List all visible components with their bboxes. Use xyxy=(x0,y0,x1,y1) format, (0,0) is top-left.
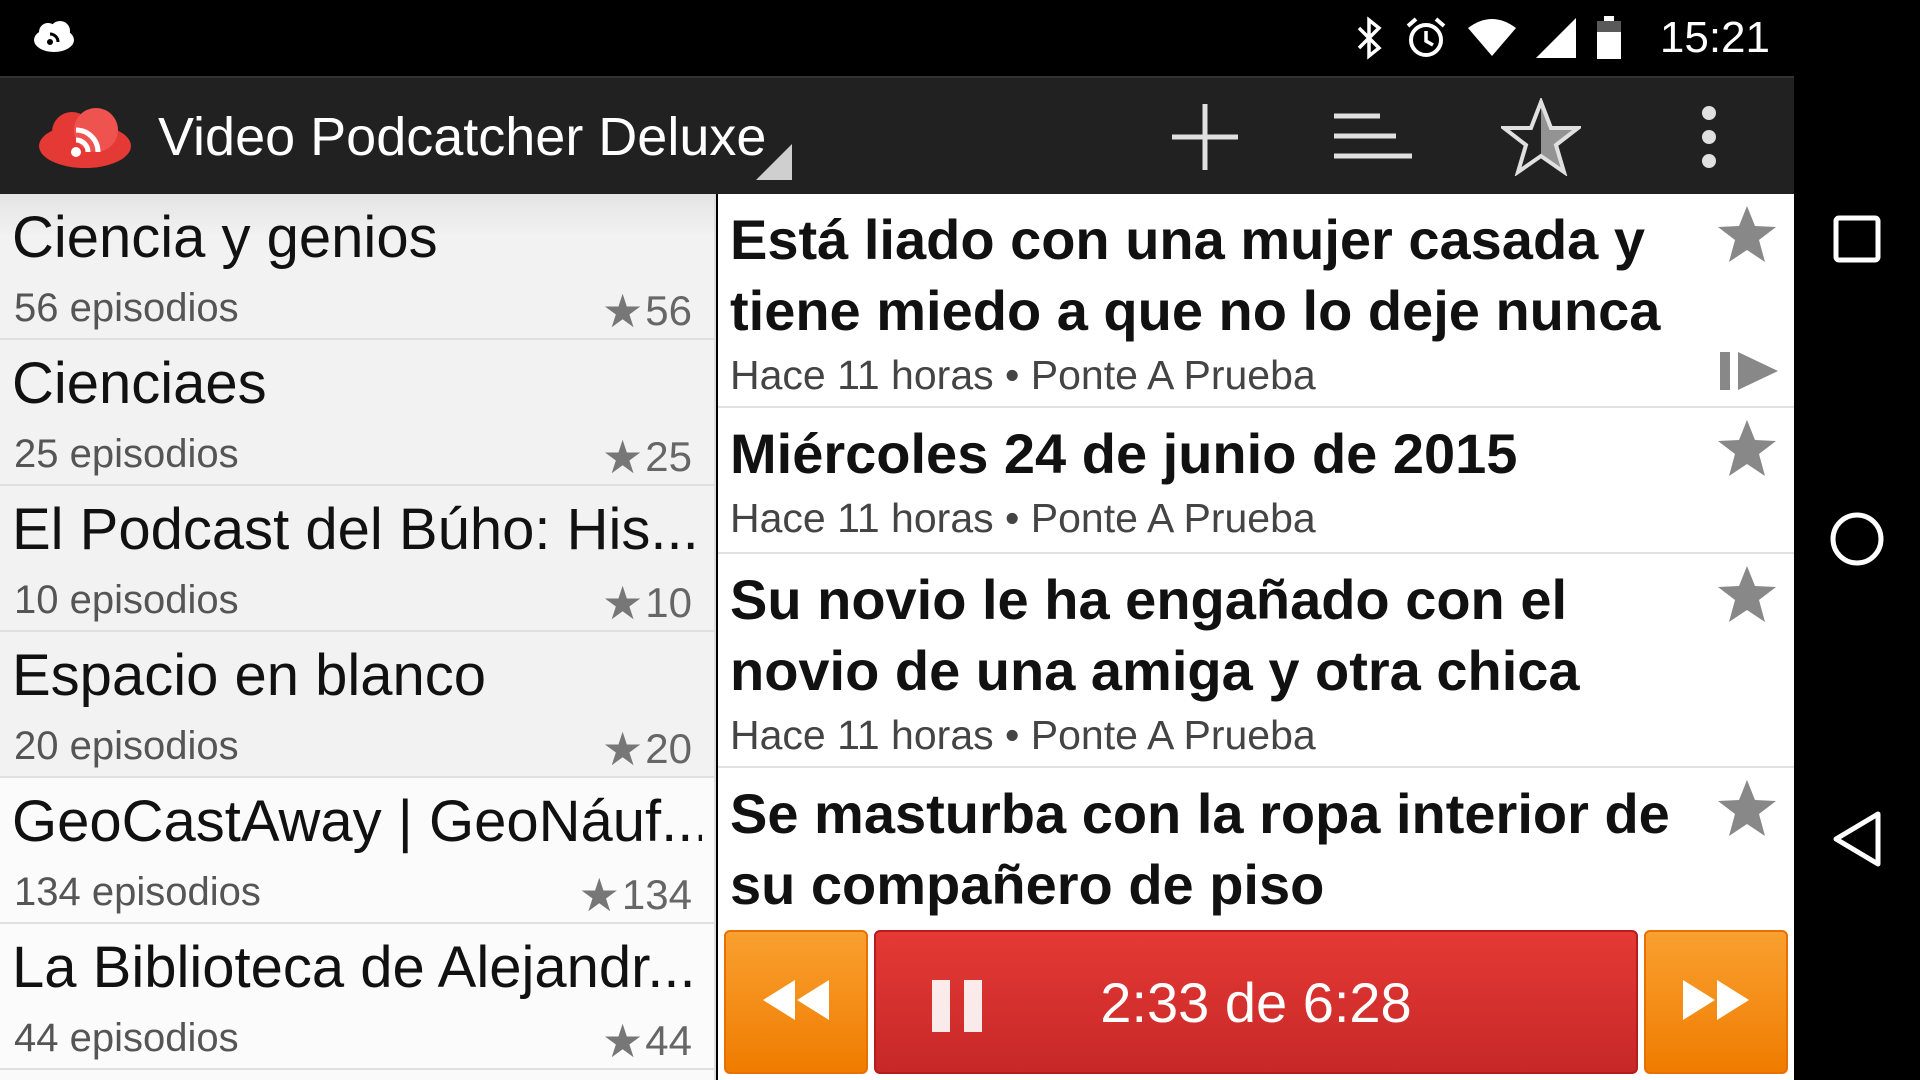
podcast-episode-count: 25 episodios xyxy=(14,432,239,476)
podcast-item[interactable]: Ciencia y genios 56 episodios ★ 56 xyxy=(0,194,714,340)
rewind-icon xyxy=(761,978,831,1027)
back-button[interactable] xyxy=(1794,778,1920,904)
episode-meta: Hace 11 horas • Ponte A Prueba xyxy=(730,352,1316,398)
alarm-icon xyxy=(1404,16,1448,60)
recents-button[interactable] xyxy=(1794,178,1920,304)
podcast-episode-count: 20 episodios xyxy=(14,724,239,768)
episode-item[interactable]: Su novio le ha engañado con el novio de … xyxy=(718,554,1794,768)
cloud-sync-icon xyxy=(30,18,78,58)
fast-forward-button[interactable] xyxy=(1644,930,1788,1074)
battery-icon xyxy=(1596,16,1622,60)
star-outline-icon xyxy=(1498,95,1584,181)
navigation-bar xyxy=(1794,0,1920,1080)
playback-progress: 2:33 de 6:28 xyxy=(1100,970,1412,1034)
podcast-episode-count: 44 episodios xyxy=(14,1016,239,1060)
star-icon: ★ xyxy=(602,285,644,337)
favorites-button[interactable] xyxy=(1496,95,1586,182)
star-icon[interactable] xyxy=(1716,204,1778,266)
podcast-item[interactable]: Espacio en blanco 20 episodios ★ 20 xyxy=(0,632,714,778)
add-button[interactable] xyxy=(1160,96,1250,182)
podcast-starred-count: ★ 20 xyxy=(602,722,692,776)
starred-count: 134 xyxy=(621,871,692,918)
podcast-title: La Biblioteca de Alejandr... xyxy=(12,935,696,1000)
podcast-title: Ciencia y genios xyxy=(12,205,438,270)
podcast-title: Espacio en blanco xyxy=(12,643,486,708)
wifi-icon xyxy=(1467,18,1516,58)
star-icon: ★ xyxy=(602,577,644,629)
podcast-item[interactable]: GeoCastAway | GeoNáuf... 134 episodios ★… xyxy=(0,778,714,924)
podcast-episode-count: 56 episodios xyxy=(14,286,239,330)
episode-title: Se masturba con la ropa interior de su c… xyxy=(730,782,1670,916)
app-logo-icon[interactable] xyxy=(36,104,134,172)
star-icon[interactable] xyxy=(1716,778,1778,840)
player-bar: 2:33 de 6:28 xyxy=(718,922,1794,1080)
starred-count: 25 xyxy=(645,433,692,480)
star-icon[interactable] xyxy=(1716,418,1778,480)
fast-forward-icon xyxy=(1681,978,1751,1027)
episode-item[interactable]: Está liado con una mujer casada y tiene … xyxy=(718,194,1794,408)
sort-button[interactable] xyxy=(1328,96,1418,182)
starred-count: 56 xyxy=(645,287,692,334)
starred-count: 44 xyxy=(645,1017,692,1064)
back-icon xyxy=(1830,810,1884,873)
episode-item[interactable]: Miércoles 24 de junio de 2015 Hace 11 ho… xyxy=(718,408,1794,554)
episode-meta: Hace 11 horas • Ponte A Prueba xyxy=(730,712,1316,758)
play-pause-button[interactable]: 2:33 de 6:28 xyxy=(874,930,1638,1074)
podcast-title: Cienciaes xyxy=(12,351,267,416)
episode-title: Está liado con una mujer casada y tiene … xyxy=(730,208,1661,342)
podcast-title: GeoCastAway | GeoNáuf... xyxy=(12,789,702,854)
podcast-list: Ciencia y genios 56 episodios ★ 56 Cienc… xyxy=(0,194,716,1080)
sort-icon xyxy=(1334,112,1412,167)
clock: 15:21 xyxy=(1659,13,1770,62)
starred-count: 20 xyxy=(645,725,692,772)
episode-meta: Hace 11 horas • Ponte A Prueba xyxy=(730,495,1316,541)
overflow-menu-icon xyxy=(1699,105,1719,174)
starred-count: 10 xyxy=(645,579,692,626)
action-bar: Video Podcatcher Deluxe xyxy=(0,76,1794,194)
podcast-starred-count: ★ 10 xyxy=(602,576,692,630)
podcast-episode-count: 10 episodios xyxy=(14,578,239,622)
episode-title: Miércoles 24 de junio de 2015 xyxy=(730,422,1518,485)
star-icon: ★ xyxy=(602,723,644,775)
recents-icon xyxy=(1832,214,1882,269)
podcast-starred-count: ★ 134 xyxy=(579,868,692,922)
star-icon[interactable] xyxy=(1716,564,1778,626)
podcast-item[interactable]: Cienciaes 25 episodios ★ 25 xyxy=(0,340,714,486)
podcast-starred-count: ★ 56 xyxy=(602,284,692,338)
podcast-starred-count: ★ 44 xyxy=(602,1014,692,1068)
star-icon: ★ xyxy=(602,431,644,483)
podcast-episode-count: 134 episodios xyxy=(14,870,261,914)
podcast-title: El Podcast del Búho: His... xyxy=(12,497,699,562)
home-icon xyxy=(1829,511,1885,572)
podcast-starred-count: ★ 25 xyxy=(602,430,692,484)
now-playing-icon[interactable] xyxy=(1718,348,1782,394)
star-icon: ★ xyxy=(578,869,620,921)
pause-icon xyxy=(930,978,986,1034)
overflow-menu-button[interactable] xyxy=(1664,96,1754,182)
episode-title: Su novio le ha engañado con el novio de … xyxy=(730,568,1580,702)
signal-icon xyxy=(1535,18,1576,58)
podcast-item[interactable]: La Biblioteca de Alejandr... 44 episodio… xyxy=(0,924,714,1070)
podcast-item[interactable]: El Podcast del Búho: His... 10 episodios… xyxy=(0,486,714,632)
add-icon xyxy=(1168,100,1242,179)
rewind-button[interactable] xyxy=(724,930,868,1074)
home-button[interactable] xyxy=(1794,478,1920,604)
star-icon: ★ xyxy=(602,1015,644,1067)
spinner-indicator-icon xyxy=(756,144,792,180)
bluetooth-icon xyxy=(1354,16,1384,60)
app-title[interactable]: Video Podcatcher Deluxe xyxy=(158,106,766,168)
status-bar: 15:21 xyxy=(0,0,1794,76)
